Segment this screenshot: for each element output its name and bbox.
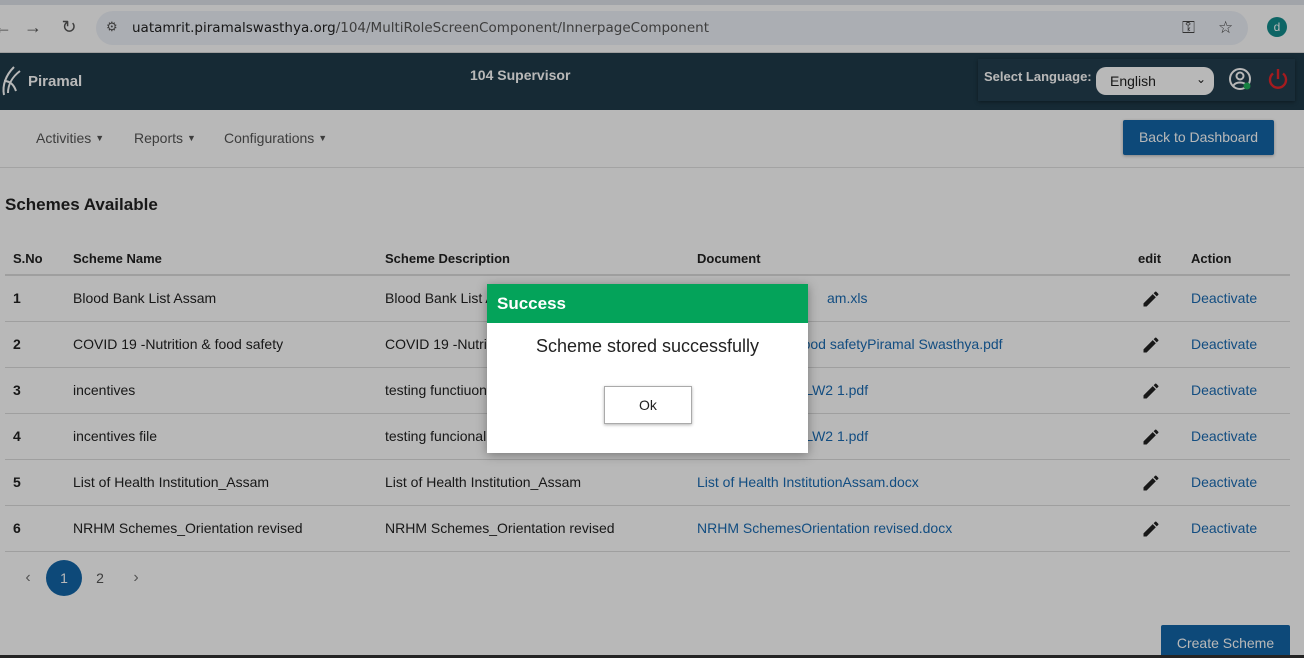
dialog-message: Scheme stored successfully — [535, 336, 760, 356]
dialog-title: Success — [487, 284, 808, 323]
success-dialog: Success Scheme stored successfully Ok — [487, 284, 808, 453]
ok-button[interactable]: Ok — [604, 386, 692, 424]
